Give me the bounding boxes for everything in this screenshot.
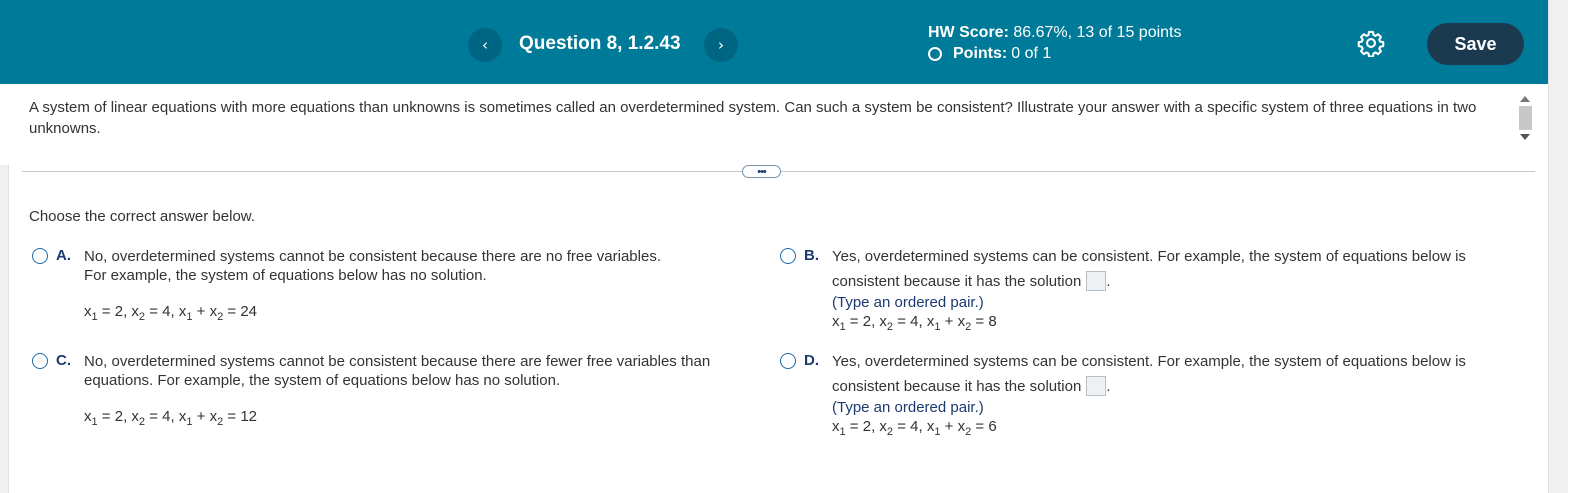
radio-option-d[interactable] bbox=[780, 353, 796, 369]
option-text: Yes, overdetermined systems can be consi… bbox=[832, 353, 1466, 370]
question-title: Question 8, 1.2.43 bbox=[519, 33, 681, 54]
option-d[interactable]: D. Yes, overdetermined systems can be co… bbox=[780, 352, 1520, 442]
question-scrollbar[interactable] bbox=[1518, 92, 1533, 144]
option-text: Yes, overdetermined systems can be consi… bbox=[832, 248, 1466, 265]
hw-score: HW Score: 86.67%, 13 of 15 points bbox=[928, 24, 1181, 42]
option-text: consistent because it has the solution bbox=[832, 378, 1082, 395]
radio-option-a[interactable] bbox=[32, 248, 48, 264]
option-text: equations. For example, the system of eq… bbox=[84, 372, 561, 389]
question-text: A system of linear equations with more e… bbox=[29, 99, 1477, 137]
option-text: consistent because it has the solution bbox=[832, 273, 1082, 290]
chevron-right-icon: › bbox=[718, 36, 724, 54]
equation-system: x1 = 2, x2 = 4, x1 + x2 = 12 bbox=[84, 408, 257, 428]
solution-input-d[interactable] bbox=[1086, 376, 1107, 396]
scroll-down-icon[interactable] bbox=[1520, 134, 1530, 140]
option-letter: C. bbox=[56, 352, 71, 369]
hw-score-label: HW Score: bbox=[928, 24, 1009, 41]
points-label: Points: bbox=[953, 45, 1008, 62]
option-letter: B. bbox=[804, 247, 819, 264]
option-text: For example, the system of equations bel… bbox=[84, 267, 487, 284]
scroll-thumb[interactable] bbox=[1519, 106, 1532, 130]
option-text: No, overdetermined systems cannot be con… bbox=[84, 353, 711, 370]
hint-text: (Type an ordered pair.) bbox=[832, 399, 984, 416]
option-letter: A. bbox=[56, 247, 71, 264]
option-text: No, overdetermined systems cannot be con… bbox=[84, 248, 661, 265]
circle-icon bbox=[928, 47, 942, 61]
option-a[interactable]: A. No, overdetermined systems cannot be … bbox=[32, 247, 752, 327]
hw-score-value: 86.67%, 13 of 15 points bbox=[1013, 24, 1182, 41]
option-b[interactable]: B. Yes, overdetermined systems can be co… bbox=[780, 247, 1520, 337]
points-value: 0 of 1 bbox=[1011, 45, 1052, 62]
expand-button[interactable]: ••• bbox=[742, 165, 781, 178]
answer-prompt: Choose the correct answer below. bbox=[29, 208, 255, 225]
radio-option-b[interactable] bbox=[780, 248, 796, 264]
equation-system: x1 = 2, x2 = 4, x1 + x2 = 24 bbox=[84, 303, 257, 323]
previous-question-button[interactable]: ‹ bbox=[468, 28, 502, 62]
chevron-left-icon: ‹ bbox=[482, 36, 488, 54]
option-c[interactable]: C. No, overdetermined systems cannot be … bbox=[32, 352, 772, 432]
equation-system: x1 = 2, x2 = 4, x1 + x2 = 6 bbox=[832, 418, 997, 438]
left-scrollbar bbox=[0, 165, 9, 493]
radio-option-c[interactable] bbox=[32, 353, 48, 369]
equation-system: x1 = 2, x2 = 4, x1 + x2 = 8 bbox=[832, 313, 997, 333]
points: Points: 0 of 1 bbox=[928, 45, 1051, 63]
hint-text: (Type an ordered pair.) bbox=[832, 294, 984, 311]
solution-input-b[interactable] bbox=[1086, 271, 1107, 291]
scroll-up-icon[interactable] bbox=[1520, 96, 1530, 102]
gear-icon[interactable] bbox=[1357, 29, 1385, 57]
next-question-button[interactable]: › bbox=[704, 28, 738, 62]
save-button[interactable]: Save bbox=[1427, 23, 1524, 65]
option-letter: D. bbox=[804, 352, 819, 369]
header-bar: ‹ Question 8, 1.2.43 › HW Score: 86.67%,… bbox=[0, 0, 1548, 84]
window-scrollbar[interactable] bbox=[1548, 0, 1568, 493]
